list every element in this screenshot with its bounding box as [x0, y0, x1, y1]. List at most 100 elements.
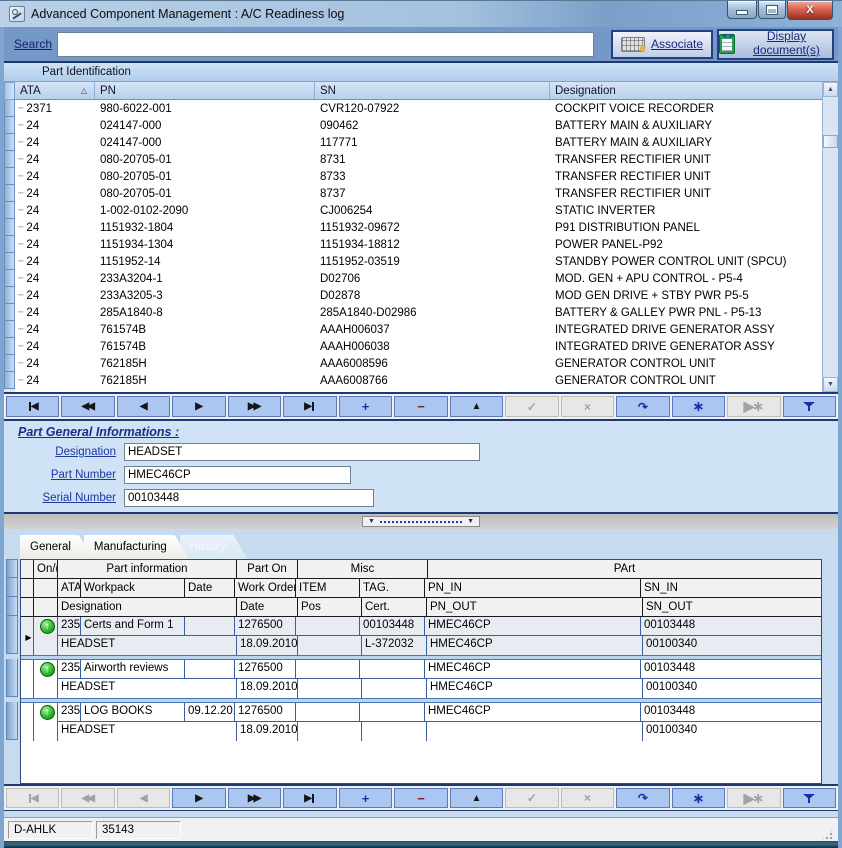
associate-button[interactable]: Associate [611, 30, 713, 59]
minimize-button[interactable] [727, 1, 757, 19]
header-sn-in[interactable]: SN_IN [641, 579, 821, 597]
green-up-arrow-icon[interactable]: ↑ [40, 662, 55, 677]
scroll-track[interactable] [823, 97, 838, 377]
horizontal-splitter[interactable]: ▼ ▼ [4, 514, 838, 529]
search-link[interactable]: Search [14, 37, 52, 51]
header-sn-out[interactable]: SN_OUT [643, 598, 821, 616]
record-bottom-row[interactable]: HEADSET18.09.2010L-372032HMEC46CP0010034… [58, 636, 821, 655]
table-row[interactable]: ┄241151932-18041151932-09672P91 DISTRIBU… [15, 219, 822, 236]
table-row[interactable]: ┄2371980-6022-001CVR120-07922COCKPIT VOI… [15, 100, 822, 117]
row-indicator-cell[interactable] [4, 236, 15, 253]
header-work-order[interactable]: Work Order [235, 579, 296, 597]
row-indicator-cell[interactable] [4, 372, 15, 389]
table-row[interactable]: ┄24285A1840-8285A1840-D02986BATTERY & GA… [15, 304, 822, 321]
close-button[interactable]: X [787, 1, 833, 20]
header-part[interactable]: PArt [428, 560, 821, 578]
green-up-arrow-icon[interactable]: ↑ [40, 705, 55, 720]
row-indicator-cell[interactable] [4, 100, 15, 117]
part-number-field[interactable] [124, 466, 351, 484]
nav-delete-button[interactable]: − [394, 788, 447, 808]
header-tag-[interactable]: TAG. [360, 579, 425, 597]
row-indicator-cell[interactable] [4, 185, 15, 202]
nav-first-button[interactable]: ◀ [6, 396, 59, 417]
table-row[interactable]: ┄24080-20705-018731TRANSFER RECTIFIER UN… [15, 151, 822, 168]
display-documents-button[interactable]: ◄► Display document(s) [717, 29, 834, 60]
history-record[interactable]: ↑2351LOG BOOKS09.12.2011276500HMEC46CP00… [21, 703, 821, 741]
green-up-arrow-icon[interactable]: ↑ [40, 619, 55, 634]
record-top-row[interactable]: 2351LOG BOOKS09.12.2011276500HMEC46CP001… [58, 703, 821, 722]
header-pos[interactable]: Pos [298, 598, 362, 616]
header-part-information[interactable]: Part information [58, 560, 237, 578]
table-row[interactable]: ┄24024147-000117771BATTERY MAIN & AUXILI… [15, 134, 822, 151]
resize-grip[interactable] [821, 828, 834, 841]
nav-next-button[interactable]: ▶ [172, 788, 225, 808]
header-misc[interactable]: Misc [298, 560, 428, 578]
nav-filter-button[interactable] [783, 788, 836, 808]
history-record[interactable]: ↑2351Airworth reviews1276500HMEC46CP0010… [21, 660, 821, 698]
table-row[interactable]: ┄24761574BAAAH006037INTEGRATED DRIVE GEN… [15, 321, 822, 338]
nav-insert-button[interactable]: + [339, 788, 392, 808]
nav-edit-button[interactable]: ▲ [450, 788, 503, 808]
nav-bookmark-button[interactable]: ∗ [672, 788, 725, 808]
header-blank[interactable] [34, 579, 58, 597]
header-blank[interactable] [21, 598, 34, 616]
nav-bookmark-button[interactable]: ∗ [672, 396, 725, 417]
table-row[interactable]: ┄24233A3205-3D02878MOD GEN DRIVE + STBY … [15, 287, 822, 304]
row-indicator-cell[interactable] [4, 304, 15, 321]
header-blank[interactable] [34, 598, 58, 616]
history-record[interactable]: ▶↑2351Certs and Form 1127650000103448HME… [21, 617, 821, 655]
table-row[interactable]: ┄241151952-141151952-03519STANDBY POWER … [15, 253, 822, 270]
header-blank[interactable] [21, 579, 34, 597]
record-bottom-row[interactable]: HEADSET18.09.2010HMEC46CP00100340 [58, 679, 821, 698]
record-top-row[interactable]: 2351Certs and Form 1127650000103448HMEC4… [58, 617, 821, 636]
nav-next-page-button[interactable]: ▶▶ [228, 788, 281, 808]
table-row[interactable]: ┄241-002-0102-2090CJ006254STATIC INVERTE… [15, 202, 822, 219]
serial-number-label[interactable]: Serial Number [18, 492, 116, 504]
tab-general[interactable]: General [20, 535, 93, 559]
header-pn-in[interactable]: PN_IN [425, 579, 641, 597]
scroll-thumb[interactable] [823, 135, 838, 148]
column-header-pn[interactable]: PN [95, 82, 315, 99]
scroll-down-arrow[interactable]: ▼ [823, 377, 838, 392]
nav-filter-button[interactable] [783, 396, 836, 417]
record-bottom-row[interactable]: HEADSET18.09.201000100340 [58, 722, 821, 741]
table-row[interactable]: ┄24024147-000090462BATTERY MAIN & AUXILI… [15, 117, 822, 134]
header-item[interactable]: ITEM [296, 579, 360, 597]
row-indicator-cell[interactable] [4, 270, 15, 287]
header-ata[interactable]: ATA [58, 579, 81, 597]
row-indicator-cell[interactable] [4, 202, 15, 219]
header-date[interactable]: Date [237, 598, 298, 616]
table-row[interactable]: ┄241151934-13041151934-18812POWER PANEL-… [15, 236, 822, 253]
table-row[interactable]: ┄24080-20705-018737TRANSFER RECTIFIER UN… [15, 185, 822, 202]
search-input[interactable] [57, 32, 594, 57]
header-on-[interactable]: On/( [34, 560, 58, 578]
scroll-up-arrow[interactable]: ▲ [823, 82, 838, 97]
table-row[interactable]: ┄24233A3204-1D02706MOD. GEN + APU CONTRO… [15, 270, 822, 287]
column-header-ata[interactable]: ATA△ [15, 82, 95, 99]
record-top-row[interactable]: 2351Airworth reviews1276500HMEC46CP00103… [58, 660, 821, 679]
nav-insert-button[interactable]: + [339, 396, 392, 417]
nav-delete-button[interactable]: − [394, 396, 447, 417]
row-indicator-cell[interactable] [4, 355, 15, 372]
row-indicator-cell[interactable] [4, 338, 15, 355]
nav-refresh-button[interactable]: ↷ [616, 788, 669, 808]
row-indicator-cell[interactable] [4, 219, 15, 236]
nav-next-button[interactable]: ▶ [172, 396, 225, 417]
table-row[interactable]: ┄24080-20705-018733TRANSFER RECTIFIER UN… [15, 168, 822, 185]
table-row[interactable]: ┄24761574BAAAH006038INTEGRATED DRIVE GEN… [15, 338, 822, 355]
nav-refresh-button[interactable]: ↷ [616, 396, 669, 417]
row-indicator-cell[interactable] [4, 117, 15, 134]
tab-manufacturing[interactable]: Manufacturing [84, 535, 189, 559]
row-indicator-cell[interactable] [4, 321, 15, 338]
table-row[interactable]: ┄24762185HAAA6008596GENERATOR CONTROL UN… [15, 355, 822, 372]
header-pn-out[interactable]: PN_OUT [427, 598, 643, 616]
column-header-sn[interactable]: SN [315, 82, 550, 99]
table-row[interactable]: ┄24762185HAAA6008766GENERATOR CONTROL UN… [15, 372, 822, 389]
designation-field[interactable] [124, 443, 480, 461]
row-indicator-cell[interactable] [4, 134, 15, 151]
header-date[interactable]: Date [185, 579, 235, 597]
header-blank[interactable] [21, 560, 34, 578]
header-workpack[interactable]: Workpack [81, 579, 185, 597]
nav-last-button[interactable]: ▶ [283, 396, 336, 417]
row-indicator-cell[interactable] [4, 253, 15, 270]
